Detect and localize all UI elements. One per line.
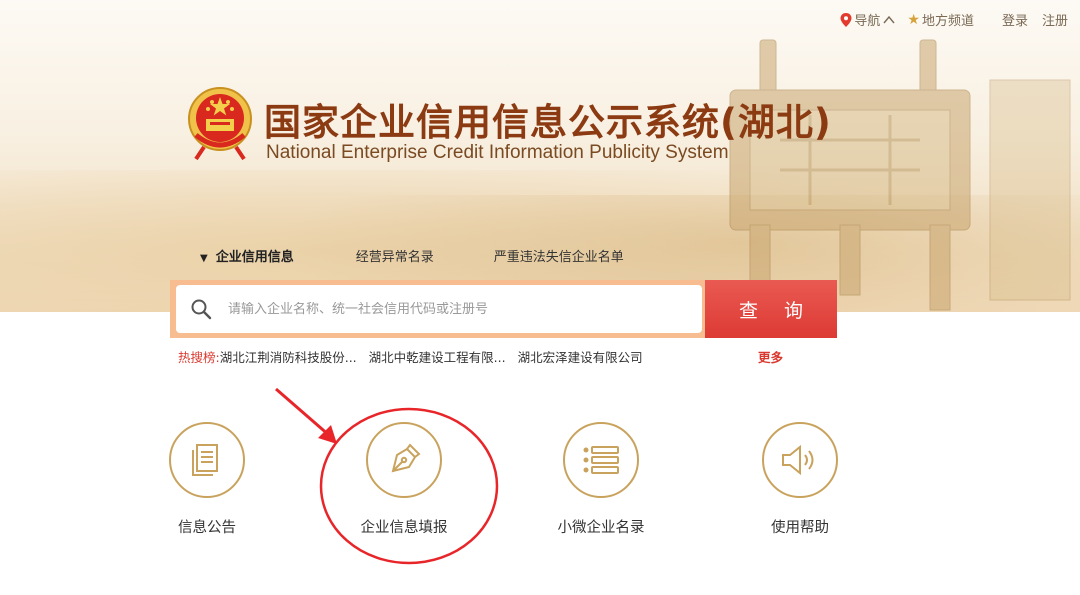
feature-icon-circle	[762, 422, 838, 498]
triangle-down-icon: ▼	[200, 253, 208, 264]
search-icon	[191, 299, 212, 320]
feature-label: 使用帮助	[771, 520, 829, 536]
feature-label: 企业信息填报	[360, 520, 448, 536]
nav-label: 导航	[854, 14, 881, 29]
hot-search-label: 热搜榜:	[178, 350, 220, 365]
feature-icon-circle	[169, 422, 245, 498]
annotation-arrowhead	[318, 425, 337, 444]
search-box	[176, 285, 702, 333]
hot-search-more-link[interactable]: 更多	[758, 347, 783, 366]
tab-serious-violation-list[interactable]: 严重违法失信企业名单	[494, 246, 624, 265]
nav-menu-toggle[interactable]: 导航	[840, 10, 903, 29]
hot-search-bar: 热搜榜: 湖北江荆消防科技股份... 湖北中乾建设工程有限... 湖北宏泽建设有…	[178, 347, 783, 366]
speaker-icon	[782, 444, 814, 476]
feature-icon-circle	[563, 422, 639, 498]
site-title-english: National Enterprise Credit Information P…	[266, 142, 729, 163]
tab-credit-info[interactable]: ▼ 企业信用信息	[200, 246, 294, 265]
search-input[interactable]	[228, 301, 668, 317]
annotation-arrow	[275, 387, 331, 438]
location-pin-icon	[840, 12, 852, 27]
search-bar	[170, 280, 708, 338]
tab-credit-info-label: 企业信用信息	[215, 250, 294, 265]
top-utility-bar: 导航 ★ 地方频道 登录 注册	[836, 10, 1068, 29]
feature-help[interactable]: 使用帮助	[740, 422, 860, 537]
site-title-chinese: 国家企业信用信息公示系统(湖北)	[264, 101, 832, 144]
tab-abnormal-list[interactable]: 经营异常名录	[356, 246, 434, 265]
login-link[interactable]: 登录	[1002, 10, 1028, 29]
list-icon	[583, 446, 619, 474]
local-channel-link[interactable]: ★ 地方频道	[907, 10, 974, 30]
hot-search-item[interactable]: 湖北宏泽建设有限公司	[518, 347, 643, 366]
hot-search-item[interactable]: 湖北江荆消防科技股份...	[220, 347, 357, 366]
feature-label: 信息公告	[178, 520, 236, 536]
feature-icon-circle	[366, 422, 442, 498]
national-emblem-logo	[188, 87, 252, 161]
document-icon	[192, 444, 218, 476]
chevron-up-icon	[883, 15, 895, 23]
feature-label: 小微企业名录	[557, 520, 645, 536]
feature-info-notice[interactable]: 信息公告	[147, 422, 267, 537]
register-link[interactable]: 注册	[1042, 10, 1068, 29]
local-channel-label: 地方频道	[921, 14, 974, 29]
bronze-ding-illustration	[729, 39, 1071, 311]
search-tabs: ▼ 企业信用信息 经营异常名录 严重违法失信企业名单	[200, 246, 624, 265]
feature-small-micro-list[interactable]: 小微企业名录	[541, 422, 661, 537]
pen-nib-icon	[391, 443, 421, 473]
hot-search-item[interactable]: 湖北中乾建设工程有限...	[369, 347, 506, 366]
search-button[interactable]: 查 询	[705, 280, 837, 338]
feature-enterprise-report[interactable]: 企业信息填报	[344, 422, 464, 537]
star-icon: ★	[907, 11, 920, 28]
